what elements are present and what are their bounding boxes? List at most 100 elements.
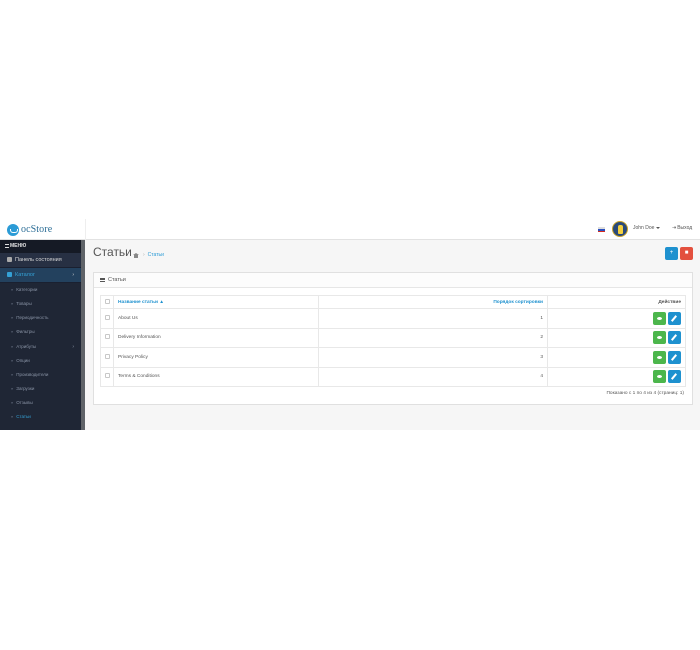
sidebar-subitem-filters[interactable]: » Фильтры — [0, 325, 82, 340]
view-button[interactable] — [653, 370, 666, 384]
home-icon[interactable] — [133, 252, 139, 258]
table-row: About Us 1 — [100, 308, 686, 329]
article-sort-order: 2 — [318, 327, 548, 348]
angle-right-icon: » — [11, 343, 14, 349]
row-select-cell — [100, 366, 114, 387]
chevron-down-icon: › — [72, 272, 74, 278]
sidebar-subitem-label: Статьи — [16, 414, 31, 420]
panel-heading: Статьи — [94, 273, 692, 288]
sidebar-subitem-attributes[interactable]: » Атрибуты › — [0, 339, 82, 354]
menu-label: МЕНЮ — [10, 243, 27, 249]
chevron-right-icon: › — [72, 343, 74, 350]
column-header-sort-order[interactable]: Порядок сортировки — [318, 295, 548, 309]
row-select-cell — [100, 347, 114, 368]
article-name: About Us — [113, 308, 319, 329]
articles-table: Название статьи ▲ Порядок сортировки Дей… — [100, 295, 686, 387]
angle-right-icon: » — [11, 357, 14, 363]
sidebar-subitem-label: Опции — [16, 357, 30, 363]
breadcrumb-separator: › — [143, 252, 145, 258]
edit-button[interactable] — [668, 331, 681, 345]
column-header-name[interactable]: Название статьи ▲ — [113, 295, 319, 309]
row-actions — [547, 366, 686, 387]
row-actions — [547, 327, 686, 348]
sidebar-item-label: Панель состояния — [15, 257, 62, 263]
angle-right-icon: » — [11, 400, 14, 406]
pencil-icon — [670, 373, 678, 381]
edit-button[interactable] — [668, 370, 681, 384]
row-select-cell — [100, 308, 114, 329]
brand-logo[interactable]: ocStore — [7, 222, 52, 237]
panel-title: Статьи — [108, 277, 126, 283]
pencil-icon — [670, 353, 678, 361]
sidebar-subitem-recurring[interactable]: » Периодичность — [0, 311, 82, 326]
row-checkbox[interactable] — [104, 353, 110, 359]
sidebar-item-dashboard[interactable]: Панель состояния — [0, 253, 82, 268]
view-button[interactable] — [653, 311, 666, 325]
row-checkbox[interactable] — [104, 314, 110, 320]
table-row: Terms & Conditions 4 — [100, 366, 686, 387]
top-header: ocStore John Doe ⇥Выход — [0, 219, 700, 240]
sidebar: МЕНЮ Панель состояния Каталог › » Категор… — [0, 240, 82, 430]
sidebar-subitem-reviews[interactable]: » Отзывы — [0, 396, 82, 411]
sidebar-subitem-label: Фильтры — [16, 329, 35, 335]
main-content: Статьи › Статьи + ■ Статьи Название стат… — [86, 240, 700, 430]
row-select-cell — [100, 327, 114, 348]
sidebar-subitem-label: Производители — [16, 371, 49, 377]
cart-icon — [7, 223, 19, 236]
edit-button[interactable] — [668, 311, 681, 325]
article-name: Delivery Information — [113, 327, 319, 348]
sidebar-subitem-articles[interactable]: » Статьи — [0, 410, 82, 425]
logout-link[interactable]: ⇥Выход — [672, 225, 692, 231]
eye-icon — [657, 336, 662, 340]
eye-icon — [657, 355, 662, 359]
sidebar-subitem-label: Атрибуты — [16, 343, 37, 349]
row-checkbox[interactable] — [104, 373, 110, 379]
page-title: Статьи — [93, 245, 132, 259]
sidebar-subitem-manufacturers[interactable]: » Производители — [0, 367, 82, 382]
delete-button[interactable]: ■ — [680, 247, 693, 260]
angle-right-icon: » — [11, 315, 14, 321]
sidebar-scrollbar[interactable] — [81, 240, 85, 430]
add-button[interactable]: + — [665, 247, 678, 260]
sidebar-subitem-label: Отзывы — [16, 400, 33, 406]
eye-icon — [657, 375, 662, 379]
sidebar-menu-header[interactable]: МЕНЮ — [0, 240, 82, 253]
user-name[interactable]: John Doe — [633, 225, 654, 231]
pagination-summary: Показано с 1 по 4 из 4 (страниц: 1) — [606, 391, 684, 396]
breadcrumb-current[interactable]: Статьи — [148, 252, 164, 258]
angle-right-icon: » — [11, 329, 14, 335]
plus-icon: + — [669, 250, 674, 256]
sidebar-item-catalog[interactable]: Каталог › — [0, 268, 82, 283]
table-row: Privacy Policy 3 — [100, 347, 686, 368]
brand-name: ocStore — [21, 224, 53, 235]
caret-down-icon[interactable] — [656, 227, 660, 229]
angle-right-icon: » — [11, 385, 14, 391]
sidebar-subitem-options[interactable]: » Опции — [0, 353, 82, 368]
user-avatar[interactable] — [612, 221, 628, 237]
sidebar-subitem-categories[interactable]: » Категории — [0, 283, 82, 298]
sidebar-subitem-label: Загрузки — [16, 385, 35, 391]
pencil-icon — [670, 334, 678, 342]
sidebar-subitem-downloads[interactable]: » Загрузки — [0, 381, 82, 397]
article-name: Terms & Conditions — [113, 366, 319, 387]
select-all-checkbox[interactable] — [104, 298, 110, 304]
sidebar-subitem-products[interactable]: » Товары — [0, 297, 82, 312]
row-actions — [547, 308, 686, 329]
article-sort-order: 3 — [318, 347, 548, 368]
bars-icon — [5, 243, 9, 248]
row-checkbox[interactable] — [104, 334, 110, 340]
header-divider — [85, 219, 86, 240]
sidebar-subitem-label: Периодичность — [16, 315, 49, 321]
articles-panel: Статьи Название статьи ▲ Порядок сортиро… — [93, 272, 693, 405]
article-sort-order: 4 — [318, 366, 548, 387]
angle-right-icon: » — [11, 371, 14, 377]
table-header-row: Название статьи ▲ Порядок сортировки Дей… — [100, 295, 686, 309]
row-actions — [547, 347, 686, 368]
eye-icon — [657, 316, 662, 320]
view-button[interactable] — [653, 331, 666, 345]
sign-out-icon: ⇥ — [672, 225, 677, 231]
edit-button[interactable] — [668, 350, 681, 364]
language-flag-icon[interactable] — [598, 227, 605, 233]
angle-right-icon: » — [11, 287, 14, 292]
view-button[interactable] — [653, 350, 666, 364]
